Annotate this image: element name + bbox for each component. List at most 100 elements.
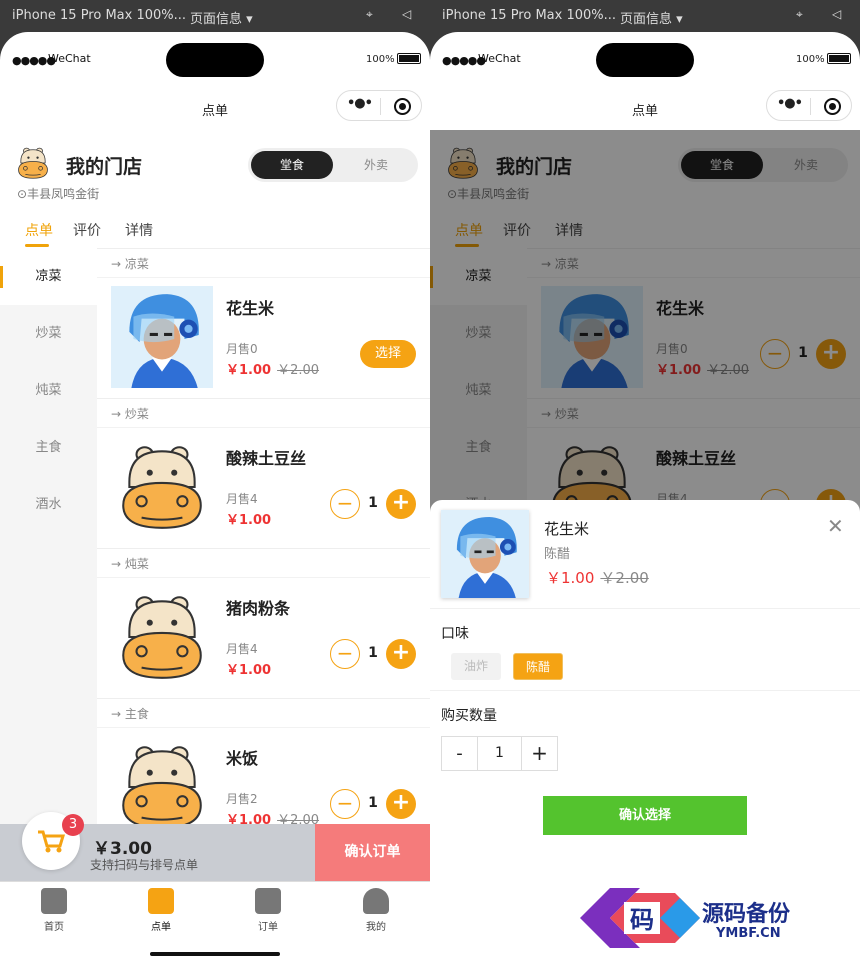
battery-icon [397,53,421,64]
sheet-price: ￥1.00 ￥2.00 [546,569,649,587]
nav-bar: 点单 •●• [0,90,430,130]
product-list: → 凉菜 花生米 月售0 ￥1.00 ￥2.00 选择 → 炒菜 酸辣土豆丝 月售… [97,248,430,828]
item-quantity: 1 [368,795,378,811]
product-item[interactable]: 花生米 月售0 ￥1.00 ￥2.00 选择 [97,278,430,398]
category-sidebar: 凉菜 炒菜 炖菜 主食 酒水 [0,248,97,828]
stepper-minus-button[interactable]: - [442,737,477,770]
mode-dine-in[interactable]: 堂食 [251,151,333,179]
carrier-label: WeChat [48,52,91,65]
sidebar-item[interactable]: 主食 [0,419,97,476]
tabbar-home[interactable]: 首页 [24,888,84,933]
capsule-menu[interactable]: •●• [336,90,422,121]
product-item[interactable]: 猪肉粉条 月售4 ￥1.00 − 1 + [97,578,430,698]
cart-count-badge: 3 [62,814,84,836]
device-label[interactable]: iPhone 15 Pro Max 100%... [12,8,186,23]
product-name: 花生米 [226,299,275,318]
close-target-icon[interactable] [394,98,411,115]
sheet-selected-spec: 陈醋 [544,547,571,562]
increase-button[interactable]: + [386,489,416,519]
phone-left: ●●●●● WeChat 100% 点单 •●• 我的门店 ⊙丰县凤鸣金街 堂食… [0,32,430,963]
tabbar-mine[interactable]: 我的 [346,888,406,933]
sound-icon[interactable]: ◁ [832,7,841,21]
sidebar-item[interactable]: 炒菜 [0,305,97,362]
capsule-menu[interactable]: •●• [766,90,852,121]
arrow-right-icon: → [111,707,125,721]
phone-right: ●●●●● WeChat 100% 点单 •●• 我的门店 ⊙丰县凤鸣金街 堂食… [430,32,860,963]
arrow-right-icon: → [111,257,125,271]
store-tabs: 点单 评价 详情 [0,218,430,248]
store-address: ⊙丰县凤鸣金街 [17,187,100,201]
quantity-label: 购买数量 [441,708,497,724]
option-vinegar[interactable]: 陈醋 [513,653,563,680]
nav-bar: 点单 •●• [430,90,860,130]
product-price: ￥1.00 [226,513,272,528]
capsule-divider [380,98,381,115]
sheet-product-name: 花生米 [544,520,590,538]
increase-button[interactable]: + [386,639,416,669]
carrier-label: WeChat [478,52,521,65]
product-image [111,286,213,388]
sidebar-item[interactable]: 炖菜 [0,362,97,419]
page-info-dropdown[interactable]: 页面信息 ▾ [620,8,683,27]
product-price: ￥1.00 [226,663,272,678]
watermark-logo: 码 [580,888,700,948]
monthly-sales: 月售2 [226,792,258,806]
product-image [111,736,213,838]
category-header: → 凉菜 [97,248,430,278]
stepper-value[interactable]: 1 [477,737,522,770]
page-info-dropdown[interactable]: 页面信息 ▾ [190,8,253,27]
tab-details[interactable]: 详情 [125,220,153,240]
pin-icon[interactable]: ⌖ [796,7,803,22]
bag-icon [148,888,174,914]
clipboard-icon [255,888,281,914]
store-header: 我的门店 ⊙丰县凤鸣金街 堂食 外卖 点单 评价 详情 [0,130,430,248]
monthly-sales: 月售4 [226,492,258,506]
category-header: → 炖菜 [97,548,430,578]
category-header: → 主食 [97,698,430,728]
pin-icon[interactable]: ⌖ [366,7,373,22]
decrease-button[interactable]: − [330,789,360,819]
sidebar-item[interactable]: 凉菜 [0,248,97,305]
sheet-product-image [441,510,529,598]
close-icon[interactable]: ✕ [827,514,844,538]
device-label[interactable]: iPhone 15 Pro Max 100%... [442,8,616,23]
product-name: 酸辣土豆丝 [226,449,307,468]
decrease-button[interactable]: − [330,639,360,669]
increase-button[interactable]: + [386,789,416,819]
category-header: → 炒菜 [97,398,430,428]
home-indicator [150,952,280,956]
tabbar-orders[interactable]: 订单 [238,888,298,933]
decrease-button[interactable]: − [330,489,360,519]
select-spec-button[interactable]: 选择 [360,340,416,368]
sound-icon[interactable]: ◁ [402,7,411,21]
watermark: 码 源码备份 YMBF.CN [580,882,840,954]
watermark-char: 码 [630,905,654,934]
location-pin-icon: ⊙ [17,187,28,201]
option-fried[interactable]: 油炸 [451,653,501,680]
dine-mode-switch[interactable]: 堂食 外卖 [248,148,418,182]
devtools-bar-left: iPhone 15 Pro Max 100%... 页面信息 ▾ ⌖ ◁ [0,0,430,32]
more-icon[interactable]: •●• [347,96,373,111]
store-logo [14,144,52,182]
confirm-select-button[interactable]: 确认选择 [543,796,747,835]
sidebar-item[interactable]: 酒水 [0,476,97,533]
cart-bar: 3 ￥3.00 支持扫码与排号点单 确认订单 [0,812,430,881]
tabbar-order[interactable]: 点单 [131,888,191,933]
original-price: ￥2.00 [277,363,320,378]
cart-hint: 支持扫码与排号点单 [90,858,199,872]
tab-reviews[interactable]: 评价 [73,220,101,240]
tab-order[interactable]: 点单 [25,220,53,240]
user-icon [363,888,389,914]
item-quantity: 1 [368,645,378,661]
quantity-stepper: - 1 + [441,736,558,771]
mode-takeout[interactable]: 外卖 [346,151,406,179]
devtools-bar-right: iPhone 15 Pro Max 100%... 页面信息 ▾ ⌖ ◁ [430,0,860,32]
arrow-right-icon: → [111,557,125,571]
confirm-order-button[interactable]: 确认订单 [315,824,430,881]
divider [430,690,860,691]
more-icon[interactable]: •●• [777,96,803,111]
close-target-icon[interactable] [824,98,841,115]
arrow-right-icon: → [111,407,125,421]
product-item[interactable]: 酸辣土豆丝 月售4 ￥1.00 − 1 + [97,428,430,548]
stepper-plus-button[interactable]: + [522,737,557,770]
